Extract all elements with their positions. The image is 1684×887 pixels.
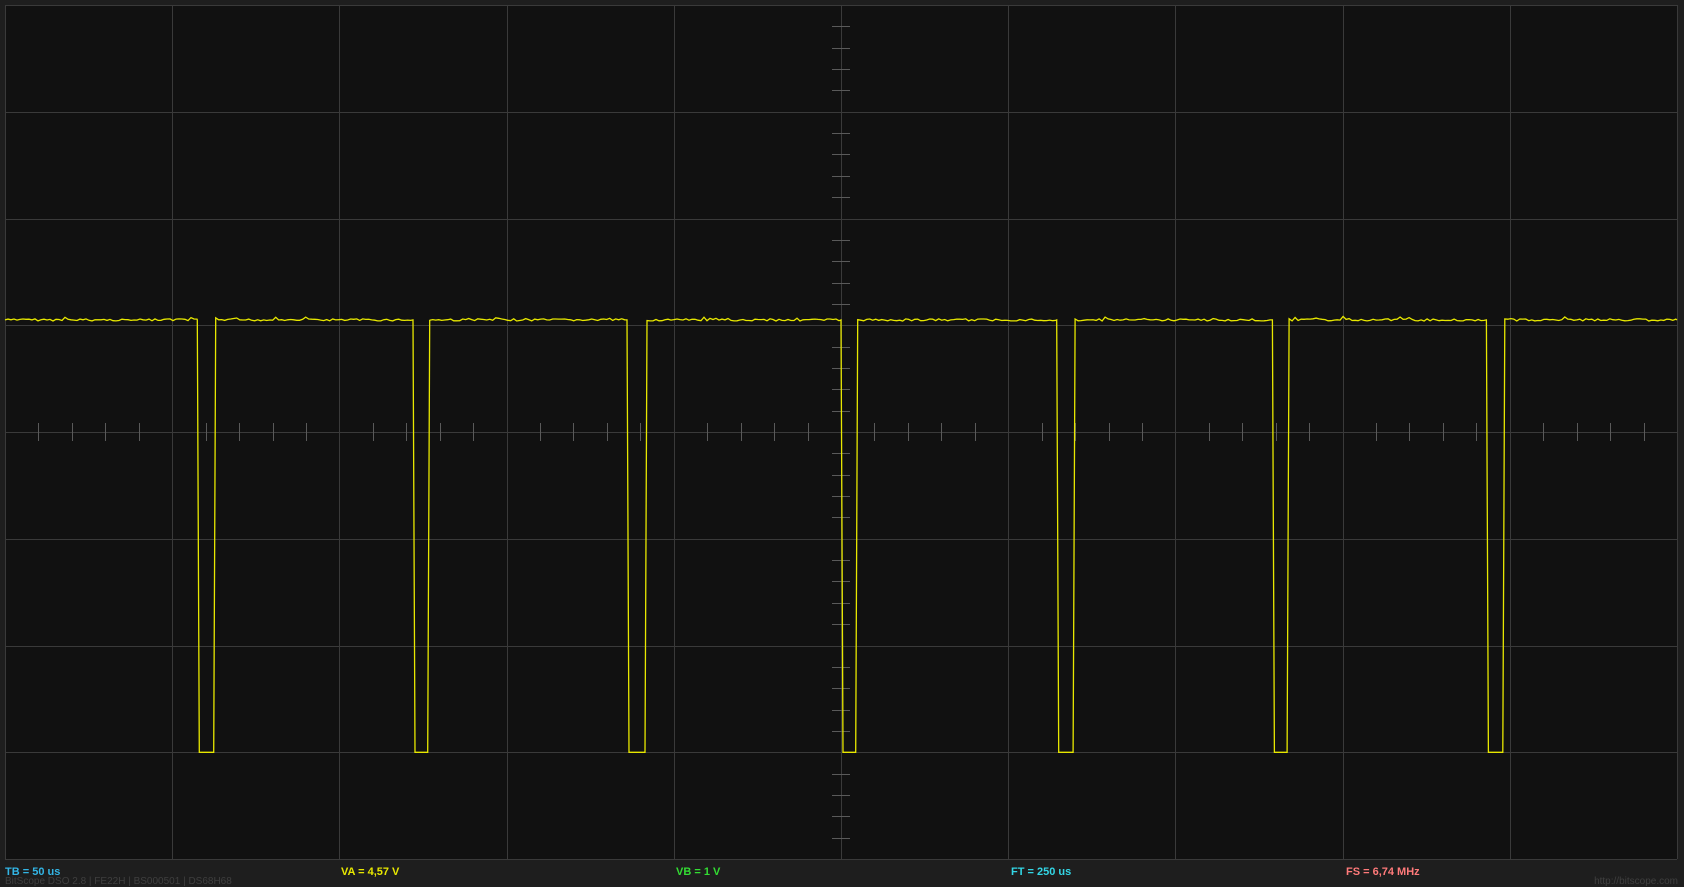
sample-rate-readout[interactable]: FS = 6,74 MHz xyxy=(1346,866,1420,879)
oscilloscope-window: TB = 50 us VA = 4,57 V VB = 1 V FT = 250… xyxy=(0,0,1684,887)
frame-time-readout[interactable]: FT = 250 us xyxy=(1011,866,1071,879)
website-link[interactable]: http://bitscope.com xyxy=(1594,876,1678,887)
channel-b-volts-readout[interactable]: VB = 1 V xyxy=(676,866,720,879)
channel-a-volts-readout[interactable]: VA = 4,57 V xyxy=(341,866,399,879)
oscilloscope-display[interactable] xyxy=(0,0,1684,887)
device-info: BitScope DSO 2.8 | FE22H | BS000501 | DS… xyxy=(5,876,232,887)
